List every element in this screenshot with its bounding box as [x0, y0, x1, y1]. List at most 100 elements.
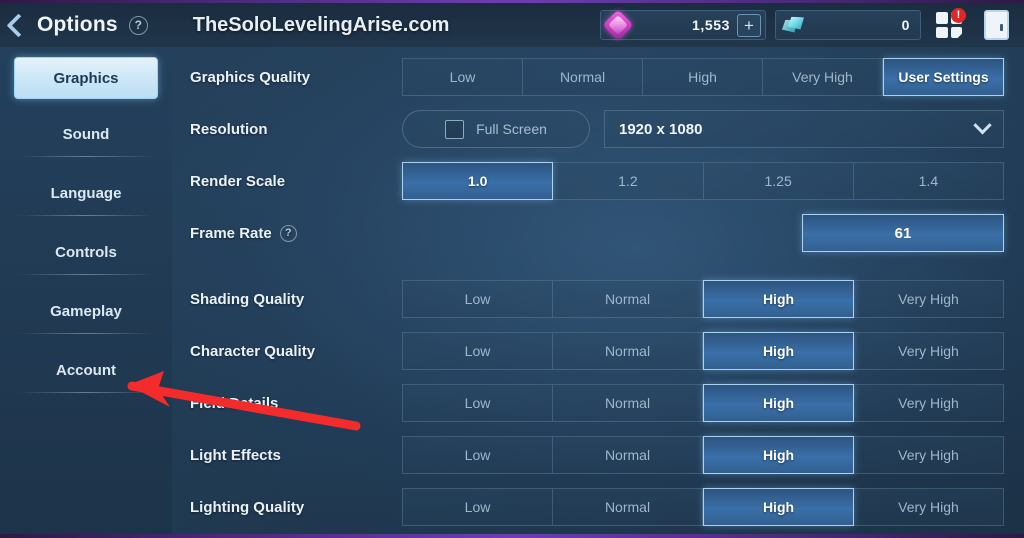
currency-gem[interactable]: 0	[775, 10, 921, 40]
sidebar-item-account[interactable]: Account	[16, 348, 156, 393]
option-normal[interactable]: Normal	[553, 488, 703, 526]
pink-crystal-icon	[602, 9, 634, 41]
option-very-high[interactable]: Very High	[854, 280, 1004, 318]
row-field-details: Field Details Low Normal High Very High	[190, 377, 1004, 429]
shading-quality-options: Low Normal High Very High	[402, 280, 1004, 318]
option-1-2[interactable]: 1.2	[553, 162, 704, 200]
currency-zone: 1,553 + 0 !	[600, 6, 1024, 44]
option-high[interactable]: High	[703, 488, 854, 526]
sidebar-item-label: Account	[56, 362, 116, 379]
frame-rate-value[interactable]: 61	[802, 214, 1004, 252]
sidebar-item-label: Controls	[55, 244, 117, 261]
row-label-text: Frame Rate	[190, 224, 272, 242]
row-label: Lighting Quality	[190, 498, 305, 516]
settings-sidebar: Graphics Sound Language Controls Gamepla…	[0, 47, 172, 534]
sidebar-item-sound[interactable]: Sound	[16, 112, 156, 157]
currency-crystal-value: 1,553	[691, 17, 730, 33]
resolution-dropdown[interactable]: 1920 x 1080	[604, 110, 1004, 148]
sidebar-item-controls[interactable]: Controls	[16, 230, 156, 275]
option-very-high[interactable]: Very High	[854, 332, 1004, 370]
sidebar-item-gameplay[interactable]: Gameplay	[16, 289, 156, 334]
light-effects-options: Low Normal High Very High	[402, 436, 1004, 474]
sidebar-item-label: Sound	[62, 126, 110, 143]
sidebar-item-label: Graphics	[53, 69, 119, 87]
lighting-quality-options: Low Normal High Very High	[402, 488, 1004, 526]
character-quality-options: Low Normal High Very High	[402, 332, 1004, 370]
row-character-quality: Character Quality Low Normal High Very H…	[190, 325, 1004, 377]
option-normal[interactable]: Normal	[523, 58, 643, 96]
row-label: Light Effects	[190, 446, 281, 464]
fullscreen-label: Full Screen	[476, 121, 547, 137]
sidebar-divider	[18, 215, 154, 216]
option-very-high[interactable]: Very High	[854, 436, 1004, 474]
row-shading-quality: Shading Quality Low Normal High Very Hig…	[190, 273, 1004, 325]
option-low[interactable]: Low	[402, 488, 553, 526]
field-details-options: Low Normal High Very High	[402, 384, 1004, 422]
option-low[interactable]: Low	[402, 436, 553, 474]
row-label: Graphics Quality	[190, 68, 311, 86]
sidebar-item-language[interactable]: Language	[16, 171, 156, 216]
option-very-high[interactable]: Very High	[854, 384, 1004, 422]
row-label: Character Quality	[190, 342, 316, 360]
option-normal[interactable]: Normal	[553, 436, 703, 474]
resolution-value: 1920 x 1080	[619, 120, 703, 138]
sidebar-divider	[18, 333, 154, 334]
option-low[interactable]: Low	[402, 384, 553, 422]
options-screen: Options ? TheSoloLevelingArise.com 1,553…	[0, 0, 1024, 538]
option-low[interactable]: Low	[402, 58, 523, 96]
site-watermark: TheSoloLevelingArise.com	[192, 13, 450, 36]
currency-gem-value: 0	[901, 17, 910, 33]
option-very-high[interactable]: Very High	[763, 58, 883, 96]
menu-grid-button[interactable]: !	[930, 6, 968, 44]
sidebar-divider	[18, 156, 154, 157]
bottom-accent-line	[0, 534, 1024, 538]
option-low[interactable]: Low	[402, 332, 553, 370]
row-label: Render Scale	[190, 172, 286, 190]
fullscreen-checkbox[interactable]	[445, 119, 465, 139]
option-1-4[interactable]: 1.4	[853, 162, 1004, 200]
frame-rate-control: 61	[402, 214, 1004, 252]
page-title: Options	[37, 13, 118, 36]
row-label: Resolution	[190, 120, 268, 138]
top-accent-line	[0, 0, 1024, 3]
notification-badge: !	[951, 8, 966, 23]
door-exit-icon	[983, 10, 1009, 40]
option-high[interactable]: High	[703, 436, 854, 474]
row-graphics-quality: Graphics Quality Low Normal High Very Hi…	[190, 51, 1004, 103]
sidebar-divider	[18, 392, 154, 393]
option-user-settings[interactable]: User Settings	[883, 58, 1004, 96]
option-normal[interactable]: Normal	[553, 280, 703, 318]
row-resolution: Resolution Full Screen 1920 x 1080	[190, 103, 1004, 155]
row-lighting-quality: Lighting Quality Low Normal High Very Hi…	[190, 481, 1004, 533]
back-button[interactable]: Options	[6, 12, 118, 38]
option-high[interactable]: High	[703, 384, 854, 422]
teal-gem-icon	[782, 16, 805, 34]
fullscreen-toggle[interactable]: Full Screen	[402, 110, 590, 148]
currency-crystal[interactable]: 1,553 +	[600, 9, 766, 41]
row-label: Shading Quality	[190, 290, 305, 308]
option-normal[interactable]: Normal	[553, 384, 703, 422]
sidebar-divider	[18, 274, 154, 275]
option-1-25[interactable]: 1.25	[703, 162, 854, 200]
option-normal[interactable]: Normal	[553, 332, 703, 370]
option-high[interactable]: High	[643, 58, 763, 96]
option-low[interactable]: Low	[402, 280, 553, 318]
options-help-icon[interactable]: ?	[128, 15, 148, 35]
row-label: Field Details	[190, 394, 279, 412]
sidebar-item-graphics[interactable]: Graphics	[14, 57, 158, 99]
add-crystal-button[interactable]: +	[737, 13, 761, 37]
render-scale-options: 1.0 1.2 1.25 1.4	[402, 162, 1004, 200]
row-label: Frame Rate ?	[190, 224, 402, 242]
top-header-bar: Options ? TheSoloLevelingArise.com 1,553…	[0, 3, 1024, 47]
option-high[interactable]: High	[703, 332, 854, 370]
row-render-scale: Render Scale 1.0 1.2 1.25 1.4	[190, 155, 1004, 207]
option-very-high[interactable]: Very High	[854, 488, 1004, 526]
row-light-effects: Light Effects Low Normal High Very High	[190, 429, 1004, 481]
exit-button[interactable]	[977, 6, 1015, 44]
graphics-quality-options: Low Normal High Very High User Settings	[402, 58, 1004, 96]
chevron-down-icon	[973, 115, 992, 134]
frame-rate-help-icon[interactable]: ?	[279, 224, 297, 242]
option-high[interactable]: High	[703, 280, 854, 318]
option-1-0[interactable]: 1.0	[402, 162, 554, 200]
